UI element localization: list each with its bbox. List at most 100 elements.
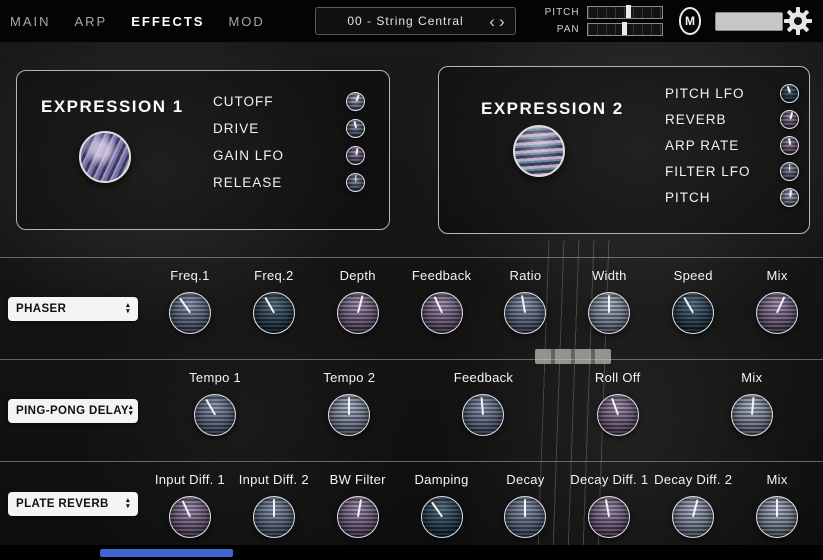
- param-label: PITCH: [665, 190, 711, 205]
- knob-group: Freq.2: [233, 268, 315, 334]
- knob-group: Feedback: [442, 370, 524, 436]
- effect-selector-phaser[interactable]: PHASER ▴▾: [8, 297, 138, 321]
- settings-gear-icon: [783, 6, 813, 36]
- width-knob[interactable]: [588, 292, 630, 334]
- pitch-slider-handle[interactable]: [626, 5, 631, 18]
- preset-prev-icon[interactable]: ‹: [487, 13, 497, 30]
- pitch-lfo-mini-knob[interactable]: [780, 84, 799, 103]
- speed-knob[interactable]: [672, 292, 714, 334]
- knob-label: Speed: [674, 268, 713, 283]
- effect-selector-ping-pong-delay[interactable]: PING-PONG DELAY ▴▾: [8, 399, 138, 423]
- top-bar: MAIN ARP EFFECTS MOD 00 - String Central…: [0, 0, 823, 42]
- decay-knob[interactable]: [504, 496, 546, 538]
- select-updown-icon: ▴▾: [126, 498, 130, 510]
- feedback-knob[interactable]: [421, 292, 463, 334]
- cutoff-mini-knob[interactable]: [346, 92, 365, 111]
- expression-2-params: PITCH LFO REVERB ARP RATE FILTER LFO PIT…: [665, 83, 799, 207]
- tempo-2-knob[interactable]: [328, 394, 370, 436]
- depth-knob[interactable]: [337, 292, 379, 334]
- tab-main[interactable]: MAIN: [10, 14, 51, 29]
- expression-2-panel: EXPRESSION 2 PITCH LFO REVERB ARP RATE F…: [438, 66, 810, 234]
- roll-off-knob[interactable]: [597, 394, 639, 436]
- decay-diff-2-knob[interactable]: [672, 496, 714, 538]
- knob-label: Mix: [767, 472, 788, 487]
- knob-label: Decay Diff. 2: [654, 472, 732, 487]
- knob-group: Damping: [401, 472, 483, 538]
- effect-row-plate-reverb: PLATE REVERB ▴▾ Input Diff. 1Input Diff.…: [0, 461, 823, 546]
- preset-selector[interactable]: 00 - String Central ‹ ›: [315, 7, 516, 35]
- settings-button[interactable]: [783, 6, 813, 36]
- mix-knob[interactable]: [756, 292, 798, 334]
- freq-1-knob[interactable]: [169, 292, 211, 334]
- param-label: PITCH LFO: [665, 86, 745, 101]
- param-row: PITCH: [665, 187, 799, 207]
- gain-lfo-mini-knob[interactable]: [346, 146, 365, 165]
- knob-group: Decay Diff. 1: [568, 472, 650, 538]
- tempo-1-knob[interactable]: [194, 394, 236, 436]
- effect-selector-label: PING-PONG DELAY: [16, 405, 129, 417]
- effect-selector-label: PHASER: [16, 303, 66, 315]
- knob-label: Ratio: [510, 268, 542, 283]
- pan-slider[interactable]: [587, 23, 663, 36]
- effect-selector-plate-reverb[interactable]: PLATE REVERB ▴▾: [8, 492, 138, 516]
- plate-reverb-knobs: Input Diff. 1 Input Diff. 2 BW Filter Dampi…: [148, 472, 819, 538]
- decay-diff-1-knob[interactable]: [588, 496, 630, 538]
- pitch-slider[interactable]: [587, 6, 663, 19]
- knob-group: BW Filter: [317, 472, 399, 538]
- pan-slider-handle[interactable]: [622, 22, 627, 35]
- knob-label: Tempo 2: [323, 370, 375, 385]
- master-volume-slider[interactable]: [715, 12, 783, 31]
- knob-group: Mix: [736, 268, 818, 334]
- tab-effects[interactable]: EFFECTS: [131, 14, 204, 29]
- damping-knob[interactable]: [421, 496, 463, 538]
- drive-mini-knob[interactable]: [346, 119, 365, 138]
- knob-label: Decay: [506, 472, 544, 487]
- release-mini-knob[interactable]: [346, 173, 365, 192]
- knob-label: Decay Diff. 1: [570, 472, 648, 487]
- scrollbar-thumb[interactable]: [100, 549, 233, 557]
- knob-group: Depth: [317, 268, 399, 334]
- knob-label: Feedback: [454, 370, 514, 385]
- expression-1-macro-knob[interactable]: [79, 131, 131, 183]
- ratio-knob[interactable]: [504, 292, 546, 334]
- pitch-mini-knob[interactable]: [780, 188, 799, 207]
- param-row: ARP RATE: [665, 135, 799, 155]
- bw-filter-knob[interactable]: [337, 496, 379, 538]
- feedback-knob[interactable]: [462, 394, 504, 436]
- preset-name: 00 - String Central: [324, 14, 487, 28]
- param-label: GAIN LFO: [213, 148, 284, 163]
- param-row: REVERB: [665, 109, 799, 129]
- reverb-mini-knob[interactable]: [780, 110, 799, 129]
- tab-mod[interactable]: MOD: [228, 14, 264, 29]
- knob-group: Input Diff. 1: [149, 472, 231, 538]
- arp-rate-mini-knob[interactable]: [780, 136, 799, 155]
- filter-lfo-mini-knob[interactable]: [780, 162, 799, 181]
- knob-group: Mix: [736, 472, 818, 538]
- knob-group: Roll Off: [577, 370, 659, 436]
- expression-2-title: EXPRESSION 2: [481, 99, 624, 119]
- freq-2-knob[interactable]: [253, 292, 295, 334]
- mono-button[interactable]: M: [679, 7, 702, 35]
- mix-knob[interactable]: [756, 496, 798, 538]
- param-label: RELEASE: [213, 175, 282, 190]
- mix-knob[interactable]: [731, 394, 773, 436]
- param-label: DRIVE: [213, 121, 259, 136]
- input-diff-2-knob[interactable]: [253, 496, 295, 538]
- preset-next-icon[interactable]: ›: [497, 13, 507, 30]
- param-label: FILTER LFO: [665, 164, 751, 179]
- param-row: DRIVE: [213, 118, 365, 138]
- knob-label: Width: [592, 268, 627, 283]
- param-label: ARP RATE: [665, 138, 739, 153]
- expression-2-macro-knob[interactable]: [513, 125, 565, 177]
- knob-label: Input Diff. 1: [155, 472, 225, 487]
- knob-label: Feedback: [412, 268, 472, 283]
- input-diff-1-knob[interactable]: [169, 496, 211, 538]
- phaser-knobs: Freq.1Freq.2DepthFeedbackRatioWidthSpeed…: [148, 268, 819, 334]
- knob-label: Input Diff. 2: [239, 472, 309, 487]
- param-row: GAIN LFO: [213, 145, 365, 165]
- knob-label: Mix: [767, 268, 788, 283]
- knob-label: Mix: [741, 370, 762, 385]
- select-updown-icon: ▴▾: [126, 303, 130, 315]
- tab-arp[interactable]: ARP: [75, 14, 108, 29]
- knob-label: Damping: [414, 472, 468, 487]
